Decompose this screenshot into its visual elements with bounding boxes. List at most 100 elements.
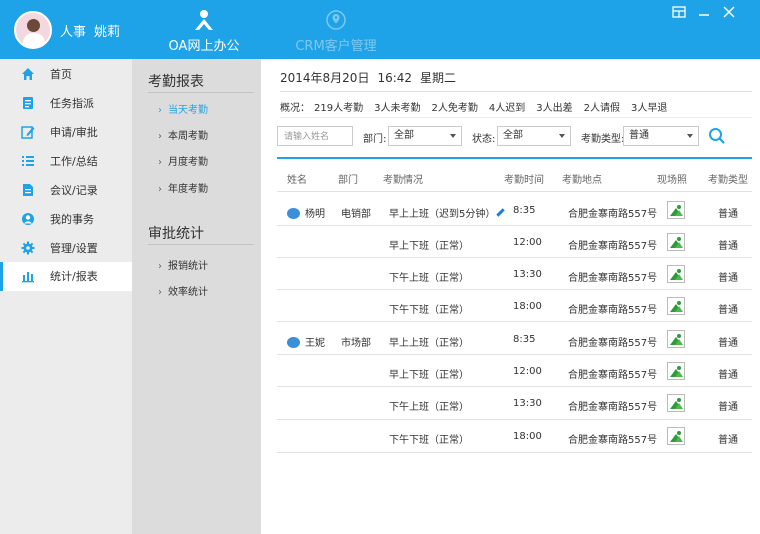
divider xyxy=(148,244,254,245)
cell-place: 合肥金寨南路557号 xyxy=(568,273,658,284)
sub-item-efficiency[interactable]: › 效率统计 xyxy=(158,283,208,298)
status-select[interactable]: 全部 xyxy=(497,126,571,146)
cell-name[interactable]: 王妮 xyxy=(287,334,325,349)
grid-icon[interactable] xyxy=(671,5,687,19)
name-search-input[interactable] xyxy=(277,126,353,146)
tab-crm-label: CRM客户管理 xyxy=(295,39,377,54)
cell-name[interactable]: 杨明 xyxy=(287,205,325,220)
tab-oa[interactable]: OA网上办公 xyxy=(149,0,259,59)
minimize-icon[interactable] xyxy=(696,5,712,19)
column-header-dept: 部门 xyxy=(338,175,358,186)
row-divider xyxy=(277,289,752,290)
person-avatar-icon xyxy=(287,207,300,219)
sidebar-item-affairs[interactable]: 我的事务 xyxy=(0,205,132,234)
sidebar-item-label: 统计/报表 xyxy=(50,270,98,283)
cell-status: 下午上班（正常） xyxy=(389,273,469,284)
date-header: 2014年8月20日 16:42 星期二 xyxy=(280,69,464,86)
dept-select[interactable]: 全部 xyxy=(388,126,462,146)
row-divider xyxy=(277,354,752,355)
row-divider xyxy=(277,191,752,192)
photo-icon-part xyxy=(675,339,683,345)
photo-icon[interactable] xyxy=(667,233,685,251)
cell-place: 合肥金寨南路557号 xyxy=(568,435,658,446)
sub-item-month[interactable]: › 月度考勤 xyxy=(158,153,208,168)
photo-icon-part xyxy=(675,306,683,312)
sidebar-item-reports[interactable]: 统计/报表 xyxy=(0,262,132,291)
cell-type: 普通 xyxy=(718,338,738,349)
chevron-right-icon: › xyxy=(158,261,162,272)
cell-time: 18:00 xyxy=(513,301,542,312)
sub-item-today[interactable]: › 当天考勤 xyxy=(158,101,208,116)
cell-status: 早上上班（迟到5分钟） xyxy=(389,209,496,220)
photo-icon[interactable] xyxy=(667,297,685,315)
column-header-photo: 现场照 xyxy=(657,175,687,186)
search-icon[interactable] xyxy=(708,127,726,145)
photo-icon[interactable] xyxy=(667,394,685,412)
sidebar-item-approval[interactable]: 申请/审批 xyxy=(0,118,132,147)
chevron-right-icon: › xyxy=(158,157,162,168)
cell-name-text: 王妮 xyxy=(305,338,325,349)
photo-icon[interactable] xyxy=(667,427,685,445)
photo-icon[interactable] xyxy=(667,362,685,380)
summary-bar: 概况： 219人考勤 3人未考勤 2人免考勤 4人迟到 3人出差 2人请假 3人早退 xyxy=(280,99,678,114)
cell-time: 18:00 xyxy=(513,431,542,442)
sidebar: 首页 任务指派 申请/审批 工作/总结 会议/记录 我的事务 管理/设置 统计/… xyxy=(0,59,132,534)
tab-crm[interactable]: CRM客户管理 xyxy=(281,0,391,59)
task-icon xyxy=(23,97,33,109)
divider xyxy=(148,92,254,93)
chevron-right-icon: › xyxy=(158,105,162,116)
sub-item-label: 月度考勤 xyxy=(168,157,208,168)
photo-icon[interactable] xyxy=(667,201,685,219)
column-header-place: 考勤地点 xyxy=(562,175,602,186)
cell-status: 早上上班（正常） xyxy=(389,338,469,349)
row-divider xyxy=(277,225,752,226)
sidebar-item-work[interactable]: 工作/总结 xyxy=(0,147,132,176)
summary-item: 2人免考勤 xyxy=(431,103,478,114)
cell-time: 13:30 xyxy=(513,269,542,280)
cell-type: 普通 xyxy=(718,209,738,220)
cell-status: 下午上班（正常） xyxy=(389,402,469,413)
row-divider xyxy=(277,321,752,322)
photo-icon-part xyxy=(675,403,683,409)
user-role: 人事 xyxy=(60,25,87,40)
document-icon xyxy=(23,184,33,196)
cell-type: 普通 xyxy=(718,402,738,413)
sidebar-item-label: 首页 xyxy=(50,68,72,81)
status-label: 状态: xyxy=(472,134,496,145)
sidebar-item-home[interactable]: 首页 xyxy=(0,60,132,89)
sub-item-expense[interactable]: › 报销统计 xyxy=(158,257,208,272)
row-divider xyxy=(277,419,752,420)
cell-time: 12:00 xyxy=(513,237,542,248)
sidebar-item-tasks[interactable]: 任务指派 xyxy=(0,89,132,118)
sub-item-year[interactable]: › 年度考勤 xyxy=(158,180,208,195)
cell-place: 合肥金寨南路557号 xyxy=(568,338,658,349)
status-select-value: 全部 xyxy=(503,130,523,141)
cell-status: 下午下班（正常） xyxy=(389,305,469,316)
summary-item: 4人迟到 xyxy=(488,103,526,114)
avatar[interactable] xyxy=(14,11,52,49)
sub-panel: 考勤报表 › 当天考勤 › 本周考勤 › 月度考勤 › 年度考勤 审批统计 › 报销统计 … xyxy=(132,59,261,534)
sidebar-item-label: 我的事务 xyxy=(50,213,94,226)
sub-item-week[interactable]: › 本周考勤 xyxy=(158,127,208,142)
dept-select-value: 全部 xyxy=(394,130,414,141)
photo-icon[interactable] xyxy=(667,330,685,348)
edit-pencil-icon[interactable] xyxy=(495,208,504,217)
photo-icon[interactable] xyxy=(667,265,685,283)
cell-status-wrap: 早上上班（迟到5分钟） xyxy=(389,205,504,220)
column-header-status: 考勤情况 xyxy=(383,175,423,186)
person-avatar-icon xyxy=(287,336,300,348)
sub-item-label: 本周考勤 xyxy=(168,131,208,142)
sidebar-item-meeting[interactable]: 会议/记录 xyxy=(0,176,132,205)
date-text: 2014年8月20日 xyxy=(280,71,370,85)
cell-place: 合肥金寨南路557号 xyxy=(568,241,658,252)
cell-type: 普通 xyxy=(718,305,738,316)
cell-dept: 市场部 xyxy=(341,338,371,349)
photo-icon-part xyxy=(675,242,683,248)
main-content: 2014年8月20日 16:42 星期二 概况： 219人考勤 3人未考勤 2人免考勤 4人… xyxy=(261,59,760,534)
cell-place: 合肥金寨南路557号 xyxy=(568,305,658,316)
sidebar-item-settings[interactable]: 管理/设置 xyxy=(0,234,132,263)
close-icon[interactable] xyxy=(721,5,737,19)
table-top-border xyxy=(277,157,752,159)
time-text: 16:42 xyxy=(377,71,413,85)
type-select[interactable]: 普通 xyxy=(623,126,699,146)
